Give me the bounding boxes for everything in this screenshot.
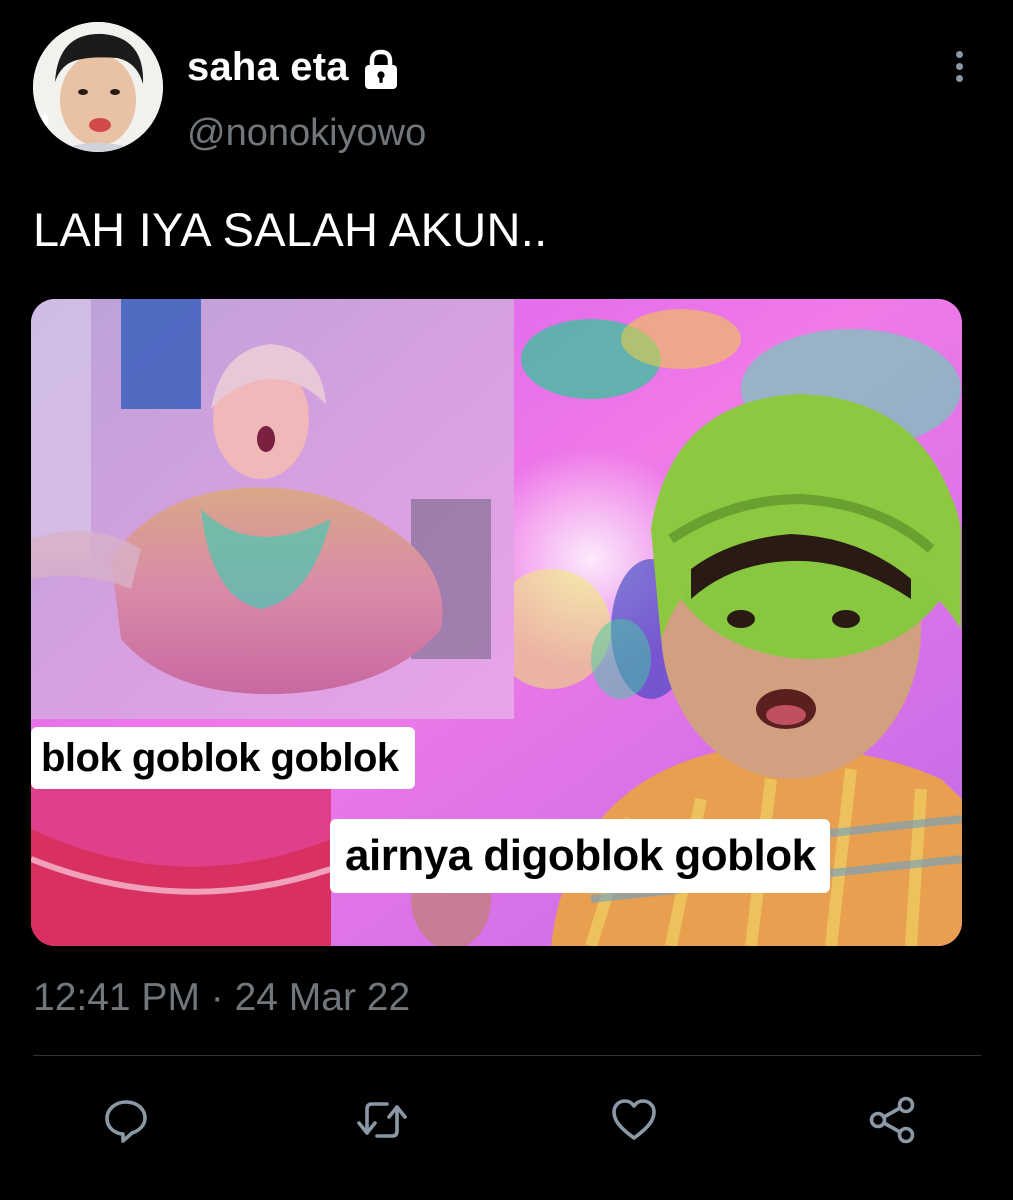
meme-caption-top: blok goblok goblok xyxy=(31,727,415,789)
avatar[interactable] xyxy=(33,22,163,152)
divider xyxy=(33,1055,981,1056)
tweet-timestamp[interactable]: 12:41 PM · 24 Mar 22 xyxy=(33,976,410,1020)
reply-icon[interactable] xyxy=(96,1090,156,1150)
lock-icon xyxy=(359,47,403,91)
author-name-row[interactable]: saha eta xyxy=(187,42,403,92)
retweet-icon[interactable] xyxy=(352,1090,412,1150)
meme-caption-bottom: airnya digoblok goblok xyxy=(330,819,830,893)
tweet-media-image[interactable]: blok goblok goblok airnya digoblok goblo… xyxy=(31,299,962,946)
share-icon[interactable] xyxy=(862,1090,922,1150)
more-vertical-icon[interactable] xyxy=(940,44,978,88)
heart-icon[interactable] xyxy=(604,1090,664,1150)
user-handle[interactable]: @nonokiyowo xyxy=(187,112,426,155)
display-name[interactable]: saha eta xyxy=(187,45,349,90)
tweet-text: LAH IYA SALAH AKUN.. xyxy=(33,203,548,256)
avatar-photo xyxy=(33,22,163,152)
tweet-action-bar xyxy=(0,1090,1013,1150)
